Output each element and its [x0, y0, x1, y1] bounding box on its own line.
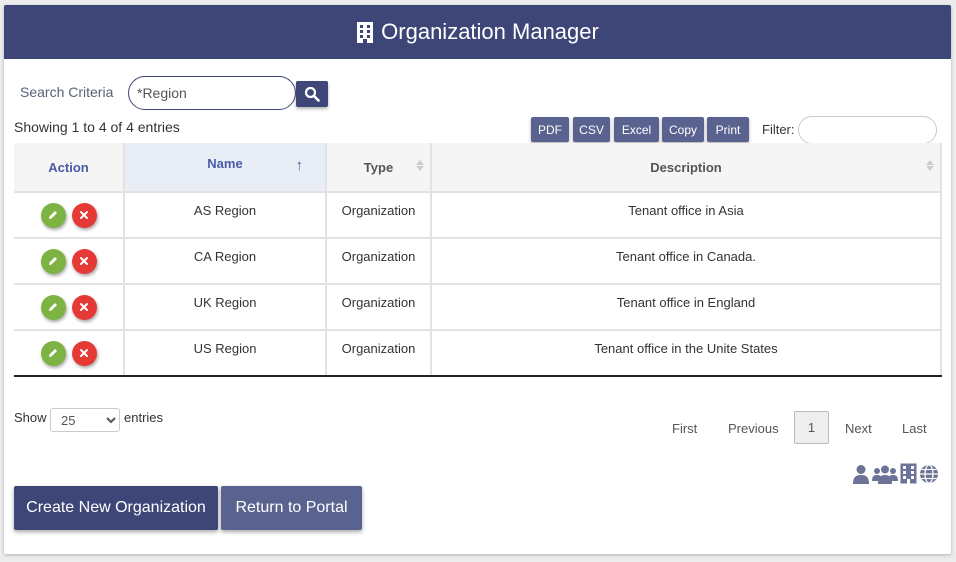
close-icon [80, 349, 88, 357]
close-icon [80, 303, 88, 311]
create-new-organization-button[interactable]: Create New Organization [14, 486, 218, 530]
column-header-action: Action [14, 143, 125, 193]
delete-button[interactable] [71, 294, 97, 320]
search-icon [304, 86, 320, 102]
delete-button[interactable] [71, 340, 97, 366]
show-label: Show [14, 410, 47, 425]
close-icon [80, 211, 88, 219]
edit-button[interactable] [40, 340, 66, 366]
pencil-icon [49, 349, 57, 357]
showing-info: Showing 1 to 4 of 4 entries [14, 119, 180, 135]
action-cell [14, 330, 125, 377]
description-cell: Tenant office in Asia [431, 192, 942, 239]
name-cell: US Region [124, 330, 327, 377]
main-card: Organization Manager Search Criteria Sho… [4, 5, 951, 554]
organization-table: Action Name ↑ Type Description AS Region… [14, 143, 942, 377]
excel-button[interactable]: Excel [614, 117, 659, 142]
table-row: CA Region Organization Tenant office in … [14, 238, 942, 285]
globe-icon[interactable] [919, 463, 939, 484]
search-criteria-label: Search Criteria [20, 84, 114, 100]
copy-button[interactable]: Copy [662, 117, 704, 142]
sort-icon [926, 160, 934, 171]
description-cell: Tenant office in the Unite States [431, 330, 942, 377]
pencil-icon [49, 257, 57, 265]
table-header-row: Action Name ↑ Type Description [14, 143, 942, 193]
type-cell: Organization [326, 330, 432, 377]
pencil-icon [49, 303, 57, 311]
pencil-icon [49, 211, 57, 219]
edit-button[interactable] [40, 294, 66, 320]
name-cell: CA Region [124, 238, 327, 285]
edit-button[interactable] [40, 248, 66, 274]
page-length-select[interactable]: 25 [50, 408, 120, 432]
action-cell [14, 238, 125, 285]
pdf-button[interactable]: PDF [531, 117, 569, 142]
building-icon [356, 21, 374, 43]
action-cell [14, 284, 125, 331]
close-icon [80, 257, 88, 265]
building-icon[interactable] [900, 463, 917, 484]
page-title: Organization Manager [381, 19, 599, 44]
type-cell: Organization [326, 192, 432, 239]
search-button[interactable] [296, 81, 328, 107]
column-header-type[interactable]: Type [326, 143, 432, 193]
edit-button[interactable] [40, 202, 66, 228]
csv-button[interactable]: CSV [573, 117, 610, 142]
delete-button[interactable] [71, 202, 97, 228]
delete-button[interactable] [71, 248, 97, 274]
description-cell: Tenant office in Canada. [431, 238, 942, 285]
return-to-portal-button[interactable]: Return to Portal [221, 486, 362, 530]
footer-icon-row [852, 463, 939, 484]
pagination-current-page[interactable]: 1 [794, 411, 829, 444]
column-header-name[interactable]: Name ↑ [124, 143, 327, 193]
sort-ascending-icon: ↑ [295, 157, 304, 174]
pagination-next[interactable]: Next [845, 421, 872, 436]
type-cell: Organization [326, 284, 432, 331]
action-cell [14, 192, 125, 239]
entries-label: entries [124, 410, 164, 425]
pagination-last[interactable]: Last [902, 421, 927, 436]
table-row: US Region Organization Tenant office in … [14, 330, 942, 377]
print-button[interactable]: Print [707, 117, 749, 142]
name-cell: AS Region [124, 192, 327, 239]
name-cell: UK Region [124, 284, 327, 331]
users-icon[interactable] [872, 464, 898, 484]
sort-icon [416, 160, 424, 171]
column-header-description[interactable]: Description [431, 143, 942, 193]
table-row: UK Region Organization Tenant office in … [14, 284, 942, 331]
search-input[interactable] [128, 76, 296, 110]
type-cell: Organization [326, 238, 432, 285]
pagination-previous[interactable]: Previous [728, 421, 779, 436]
filter-label: Filter: [762, 122, 795, 137]
user-icon[interactable] [852, 464, 870, 484]
pagination-first[interactable]: First [672, 421, 697, 436]
description-cell: Tenant office in England [431, 284, 942, 331]
page-header: Organization Manager [4, 5, 951, 59]
filter-input[interactable] [798, 116, 937, 144]
table-row: AS Region Organization Tenant office in … [14, 192, 942, 239]
